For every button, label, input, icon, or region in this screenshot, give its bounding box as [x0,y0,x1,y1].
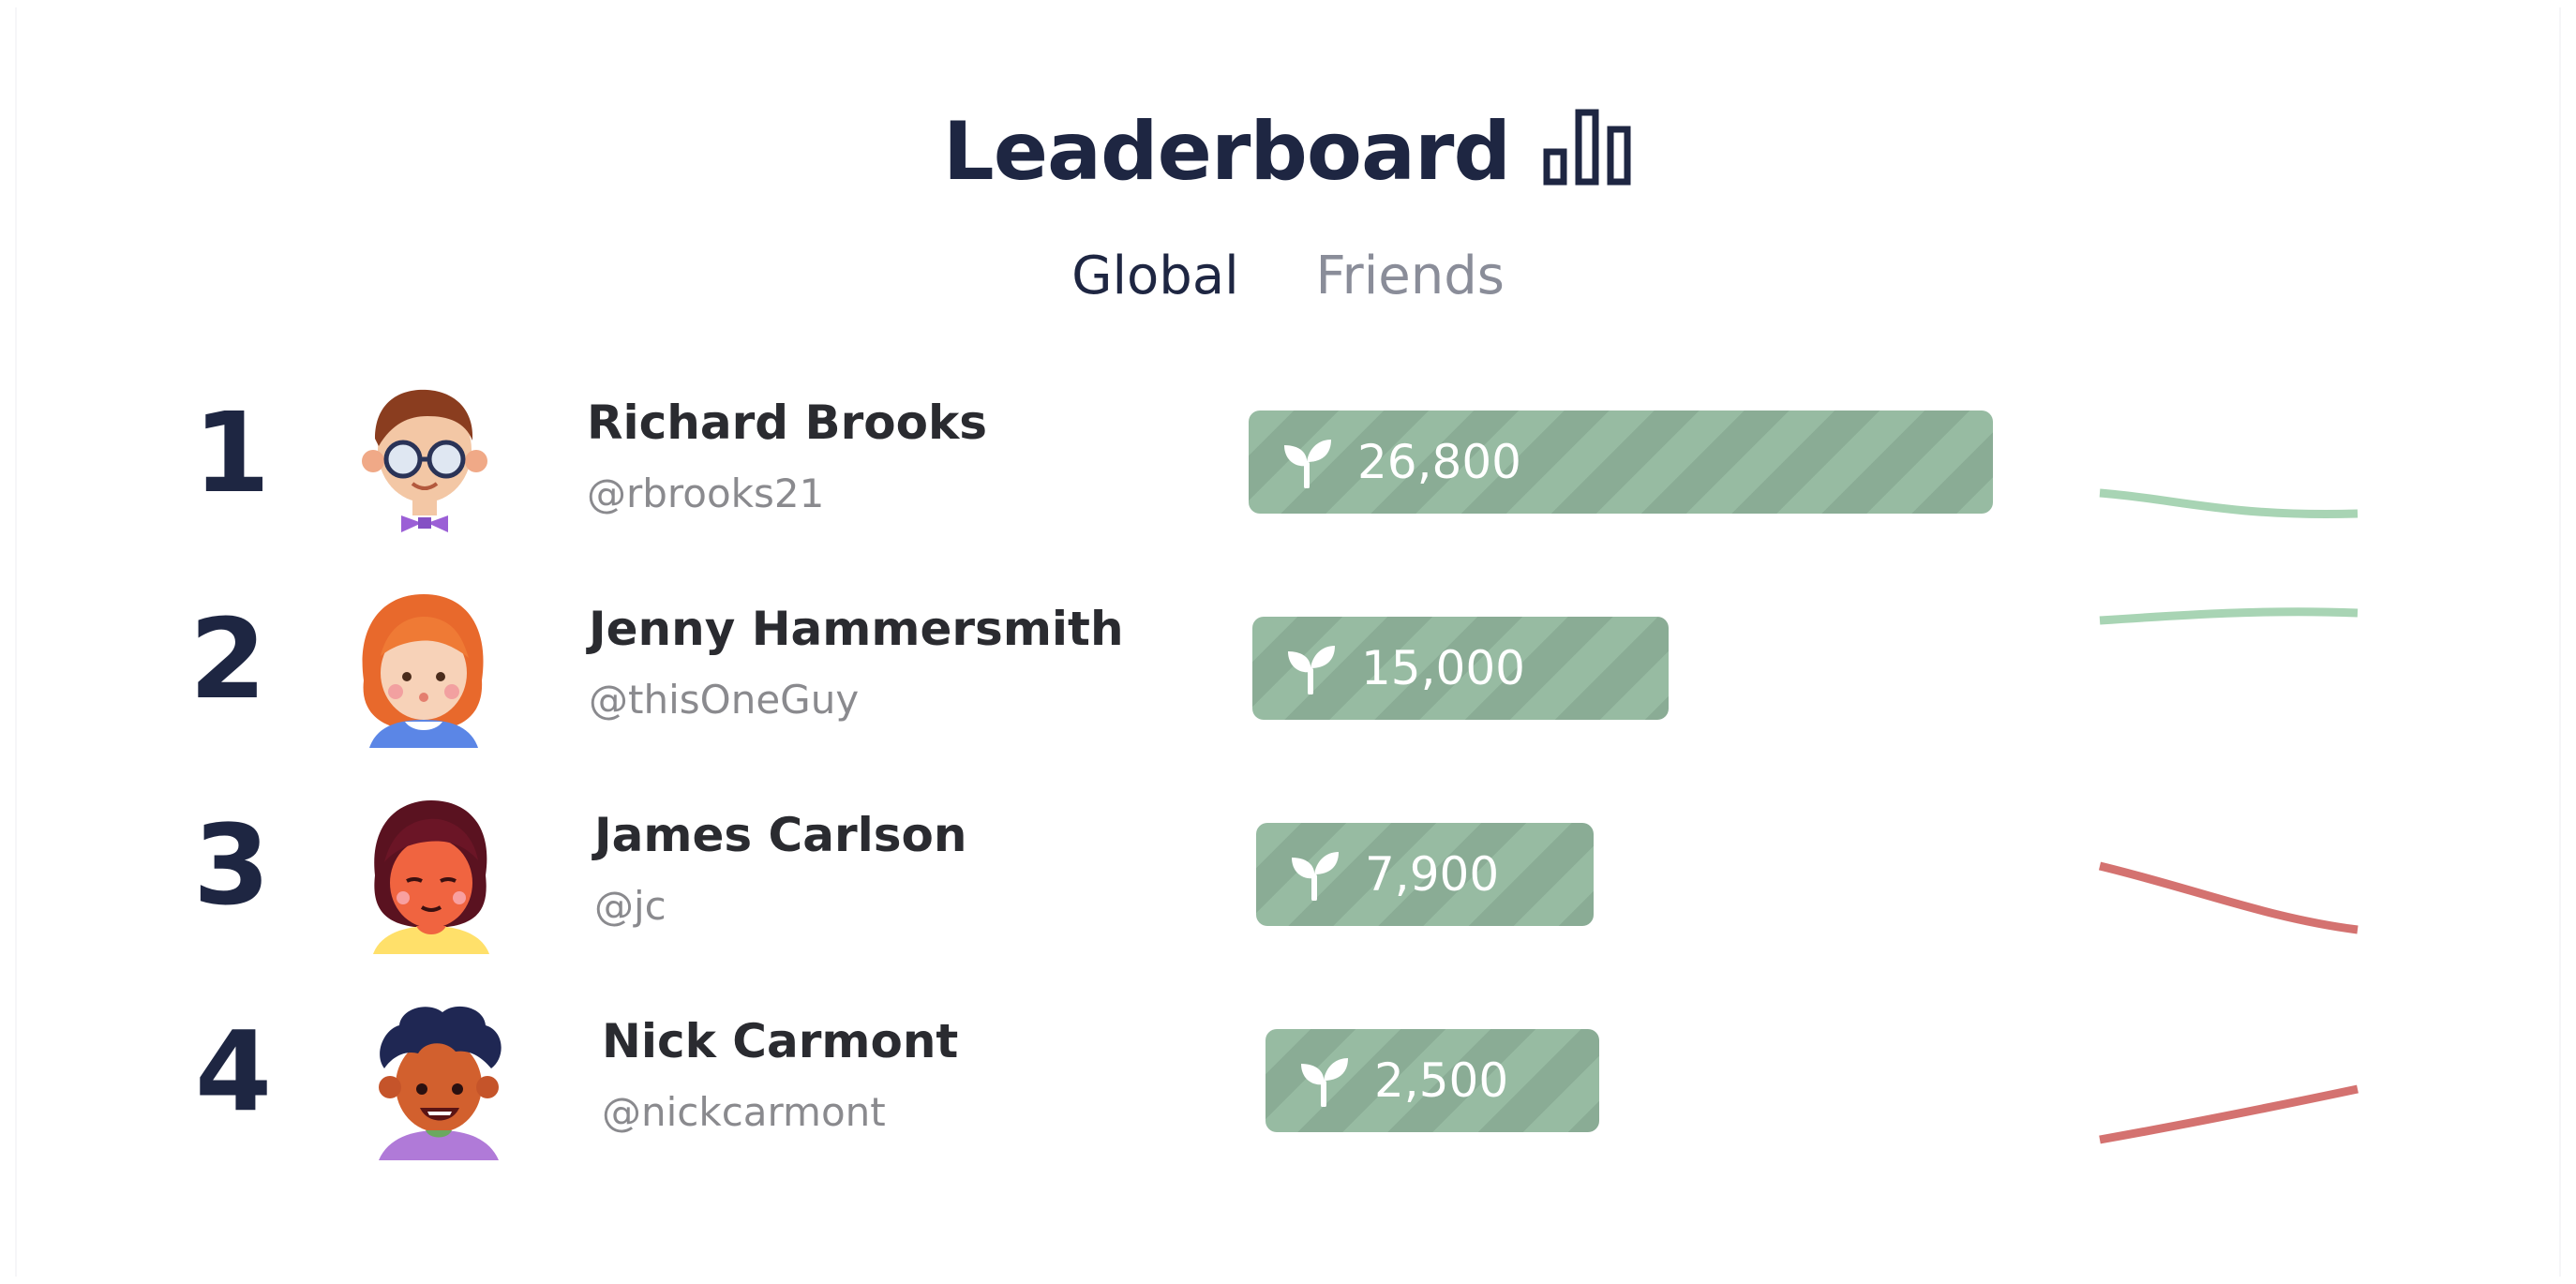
player-handle: @thisOneGuy [589,677,860,723]
player-handle: @rbrooks21 [587,470,825,516]
score-value: 7,900 [1365,847,1500,902]
tab-global[interactable]: Global [1071,246,1239,306]
trend-line [2099,607,2359,625]
trend-line [2099,488,2359,518]
score-bar: 26,800 [1249,411,1993,514]
tab-friends[interactable]: Friends [1316,246,1505,306]
player-handle: @jc [594,883,666,929]
header: Leaderboard [0,105,2576,208]
bar-chart-icon [1543,107,1633,189]
avatar [360,797,501,954]
sprout-icon [1301,1058,1348,1107]
rank-number: 4 [195,1007,273,1136]
rank-number: 3 [193,800,271,930]
sprout-icon [1284,440,1331,488]
score-bar: 2,500 [1266,1029,1599,1132]
score-bar: 7,900 [1256,823,1594,926]
rank-number: 2 [189,594,267,724]
avatar [352,590,493,748]
leaderboard-row[interactable]: 2 Jenny Hammersmith @thisOneGuy 15,000 [0,574,2576,761]
score-value: 2,500 [1374,1053,1509,1108]
player-name: Nick Carmont [602,1014,959,1068]
score-value: 15,000 [1361,641,1525,695]
page-title: Leaderboard [942,105,1511,199]
sprout-icon [1292,852,1339,901]
score-bar: 15,000 [1252,617,1669,720]
rank-number: 1 [193,388,271,517]
score-value: 26,800 [1357,435,1521,489]
leaderboard-tabs: Global Friends [0,246,2576,306]
player-handle: @nickcarmont [602,1089,886,1135]
leaderboard-row[interactable]: 1 Richard Brooks @rbrooks21 26,800 [0,367,2576,555]
sprout-icon [1288,646,1335,694]
avatar [367,1003,508,1160]
avatar [354,384,495,532]
player-name: Jenny Hammersmith [589,602,1124,656]
trend-line [2098,861,2359,934]
leaderboard-row[interactable]: 4 Nick Carmont @nickcarmont 2,500 [0,986,2576,1173]
player-name: Richard Brooks [587,396,987,450]
leaderboard-page: Leaderboard Global Friends 1 Richard Bro… [0,0,2576,1284]
player-name: James Carlson [594,808,967,862]
leaderboard-row[interactable]: 3 James Carlson @jc 7,900 [0,780,2576,967]
trend-line [2099,1084,2359,1144]
